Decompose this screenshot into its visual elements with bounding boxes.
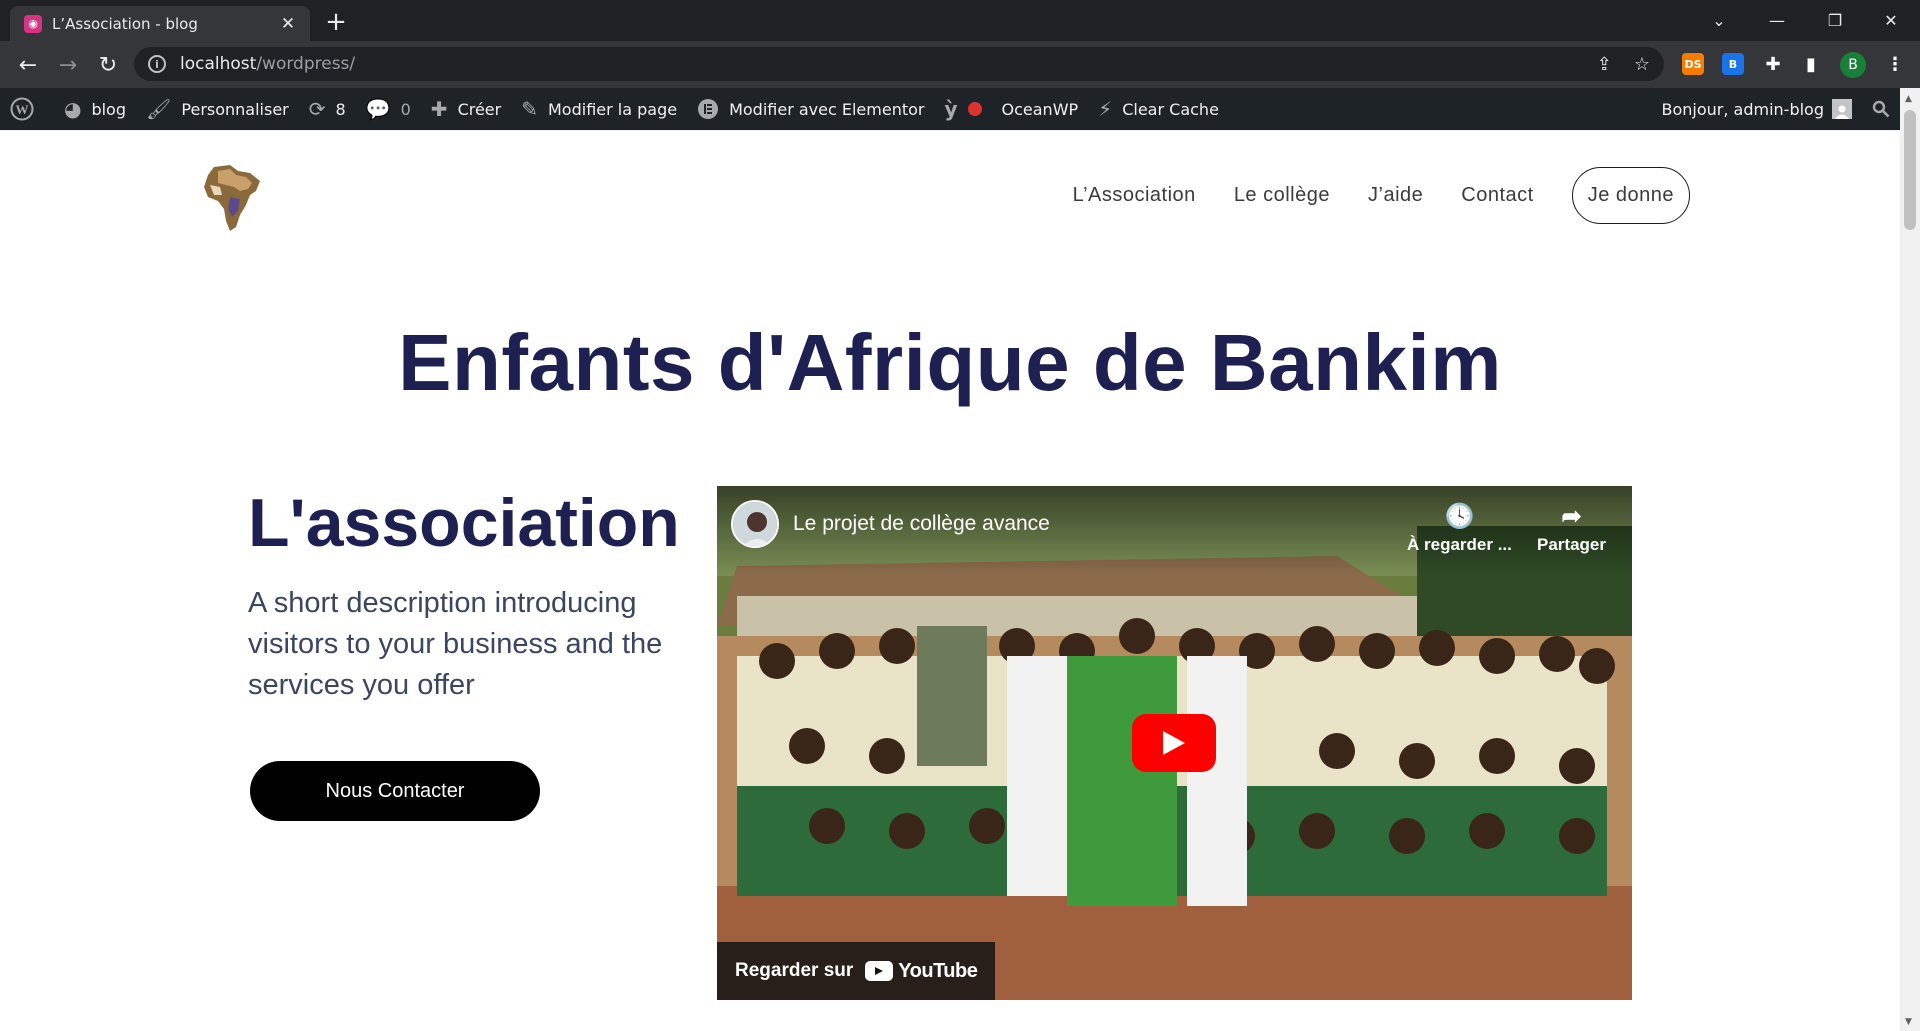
side-panel-icon[interactable]: ▮	[1800, 53, 1822, 75]
main-navigation: L’Association Le collège J’aide Contact …	[1073, 167, 1690, 224]
cache-cheetah-icon: ⚡	[1098, 97, 1113, 121]
donate-button[interactable]: Je donne	[1571, 167, 1690, 224]
elementor-icon	[697, 98, 719, 120]
scroll-down-arrow-icon[interactable]: ▼	[1905, 1017, 1912, 1027]
blue-extension-icon[interactable]: B	[1722, 53, 1744, 75]
site-favicon-icon: ◉	[24, 14, 42, 33]
youtube-play-mark-icon	[865, 961, 894, 981]
nav-association[interactable]: L’Association	[1073, 184, 1196, 207]
scroll-up-arrow-icon[interactable]: ▲	[1905, 94, 1912, 104]
clock-icon: 🕓	[1444, 503, 1475, 530]
browser-tabstrip: ◉ L’Association - blog ✕ + ⌄ — ❐ ✕	[0, 0, 1920, 41]
wordpress-logo-icon: W	[10, 97, 34, 121]
site-name-label: blog	[91, 99, 126, 119]
oceanwp-item[interactable]: OceanWP	[992, 88, 1089, 130]
section-description: A short description introducing visitors…	[248, 587, 663, 701]
share-icon[interactable]: ⇪	[1597, 54, 1612, 75]
yoast-icon: ỳ	[944, 97, 958, 121]
url-host: localhost	[180, 54, 257, 74]
close-window-button[interactable]: ✕	[1862, 0, 1920, 41]
extensions-puzzle-icon[interactable]: ✚	[1762, 53, 1784, 75]
new-content-item[interactable]: ✚ Créer	[421, 88, 511, 130]
updates-item[interactable]: ⟳ 8	[299, 88, 356, 130]
close-tab-icon[interactable]: ✕	[278, 14, 298, 34]
comment-bubble-icon: 💬	[365, 97, 391, 121]
comments-item[interactable]: 💬 0	[356, 88, 421, 130]
minimize-button[interactable]: —	[1748, 0, 1806, 41]
plus-icon: ✚	[430, 97, 448, 121]
section-title: L'association	[248, 485, 680, 561]
tab-title: L’Association - blog	[52, 14, 198, 33]
nav-contact[interactable]: Contact	[1461, 184, 1533, 207]
edit-elementor-item[interactable]: Modifier avec Elementor	[687, 88, 934, 130]
wp-logo-item[interactable]: W	[0, 88, 54, 130]
share-label: Partager	[1537, 535, 1606, 554]
pencil-icon: ✎	[521, 97, 538, 121]
clear-cache-label: Clear Cache	[1122, 99, 1219, 119]
admin-search-item[interactable]	[1862, 88, 1900, 130]
site-logo[interactable]	[200, 161, 264, 233]
comments-count: 0	[400, 99, 411, 119]
restore-button[interactable]: ❐	[1806, 0, 1864, 41]
customize-label: Personnaliser	[181, 99, 289, 119]
search-icon	[1872, 100, 1890, 118]
nav-college[interactable]: Le collège	[1234, 184, 1330, 207]
customize-item[interactable]: 🖌 Personnaliser	[136, 88, 299, 130]
tab-search-icon[interactable]: ⌄	[1690, 0, 1748, 41]
scroll-thumb[interactable]	[1904, 110, 1916, 230]
site-name-item[interactable]: ◕ blog	[54, 88, 136, 130]
page-scrollbar[interactable]: ▲ ▼	[1900, 88, 1920, 1031]
play-icon	[1163, 731, 1185, 755]
yoast-status-dot-icon	[967, 102, 982, 116]
url-path: /wordpress/	[256, 54, 356, 74]
ds-extension-icon[interactable]: DS	[1682, 53, 1704, 75]
bookmark-star-icon[interactable]: ☆	[1634, 54, 1650, 75]
edit-page-label: Modifier la page	[548, 99, 678, 119]
dashboard-gauge-icon: ◕	[64, 97, 82, 121]
watch-on-youtube-link[interactable]: Regarder sur YouTube	[717, 942, 996, 1000]
user-avatar	[1832, 99, 1852, 119]
play-button[interactable]	[1132, 714, 1216, 772]
oceanwp-label: OceanWP	[1001, 99, 1079, 119]
contact-button[interactable]: Nous Contacter	[250, 761, 540, 821]
browser-menu-icon[interactable]: ⋮	[1884, 53, 1906, 75]
edit-elementor-label: Modifier avec Elementor	[729, 99, 925, 119]
address-bar[interactable]: i localhost /wordpress/ ⇪ ☆	[134, 47, 1664, 81]
share-arrow-icon: ➦	[1561, 503, 1582, 530]
share-video-button[interactable]: ➦ Partager	[1537, 502, 1606, 555]
browser-toolbar: ← → ↻ i localhost /wordpress/ ⇪ ☆ DS B ✚…	[0, 41, 1920, 88]
updates-count: 8	[335, 99, 346, 119]
forward-button[interactable]: →	[52, 49, 84, 81]
greeting-label: Bonjour, admin-blog	[1661, 99, 1824, 119]
updates-icon: ⟳	[308, 97, 326, 121]
wp-admin-bar: W ◕ blog 🖌 Personnaliser ⟳ 8 💬 0 ✚ Créer…	[0, 88, 1900, 130]
my-account-item[interactable]: Bonjour, admin-blog	[1652, 88, 1862, 130]
watch-later-label: À regarder ...	[1407, 535, 1512, 554]
reload-button[interactable]: ↻	[92, 49, 124, 81]
youtube-logo: YouTube	[865, 959, 978, 983]
watch-on-label: Regarder sur	[735, 960, 854, 981]
channel-avatar[interactable]	[731, 500, 779, 548]
edit-page-item[interactable]: ✎ Modifier la page	[511, 88, 687, 130]
youtube-wordmark: YouTube	[898, 959, 978, 982]
hero-title: Enfants d'Afrique de Bankim	[398, 318, 1502, 407]
new-tab-button[interactable]: +	[322, 8, 350, 36]
browser-tab[interactable]: ◉ L’Association - blog ✕	[10, 6, 310, 41]
site-info-icon[interactable]: i	[148, 55, 166, 73]
yoast-item[interactable]: ỳ	[934, 88, 991, 130]
paintbrush-icon: 🖌	[146, 97, 172, 121]
video-title[interactable]: Le projet de collège avance	[793, 512, 1050, 536]
profile-avatar[interactable]: B	[1840, 52, 1866, 78]
clear-cache-item[interactable]: ⚡ Clear Cache	[1088, 88, 1229, 130]
back-button[interactable]: ←	[12, 49, 44, 81]
nav-jaide[interactable]: J’aide	[1368, 184, 1423, 207]
watch-later-button[interactable]: 🕓 À regarder ...	[1407, 502, 1512, 555]
youtube-embed[interactable]: Le projet de collège avance 🕓 À regarder…	[717, 486, 1632, 1000]
svg-text:W: W	[16, 102, 29, 117]
new-content-label: Créer	[457, 99, 502, 119]
page-content: L’Association Le collège J’aide Contact …	[0, 130, 1900, 1031]
